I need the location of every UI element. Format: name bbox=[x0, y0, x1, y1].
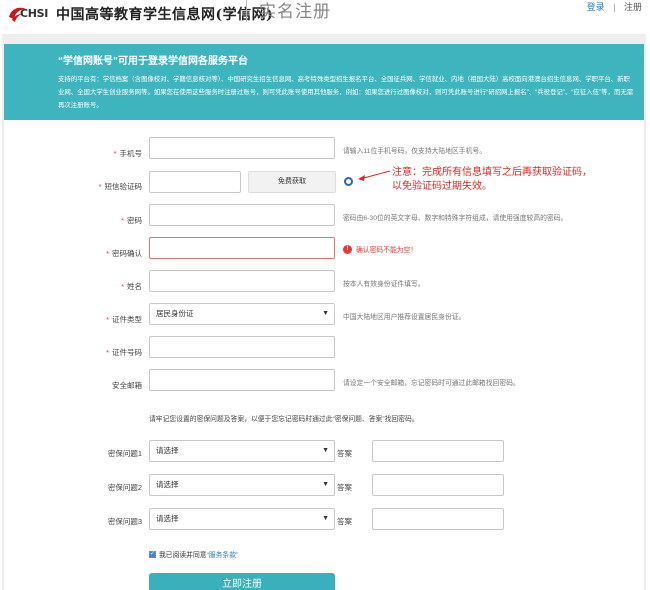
security-question-note: 请牢记您设置的密保问题及答案，以便于您忘记密码时通过此“密保问题、答案”找回密码… bbox=[149, 416, 419, 423]
top-links: 登录 | 注册 bbox=[587, 0, 642, 13]
password-confirm-error: ! 确认密码不能为空！ bbox=[343, 244, 417, 254]
name-hint: 按本人有效身份证件填写。 bbox=[343, 281, 425, 288]
question-2-label: 密保问题2 bbox=[107, 483, 142, 492]
register-link[interactable]: 注册 bbox=[624, 2, 642, 12]
agree-checkbox[interactable] bbox=[149, 550, 156, 558]
agree-text: 我已阅读并同意 bbox=[159, 552, 207, 559]
name-label: * 姓名 bbox=[121, 282, 142, 291]
banner-title: “学信网账号”可用于登录学信网各服务平台 bbox=[58, 56, 248, 67]
site-name: 中国高等教育学生信息网(学信网) bbox=[56, 7, 274, 23]
question-1-value: 请选择 bbox=[156, 446, 179, 455]
phone-hint: 请输入11位手机号码，仅支持大陆地区手机号。 bbox=[343, 148, 486, 155]
name-input[interactable] bbox=[149, 270, 335, 292]
id-type-value: 居民身份证 bbox=[156, 309, 194, 318]
password-confirm-input[interactable] bbox=[149, 237, 335, 259]
get-code-button[interactable]: 免费获取 bbox=[248, 171, 336, 193]
login-link[interactable]: 登录 bbox=[587, 2, 605, 12]
password-confirm-label: * 密码确认 bbox=[106, 249, 142, 258]
password-hint: 密码由6-30位的英文字母、数字和特殊字符组成，请使用强度较高的密码。 bbox=[343, 215, 568, 222]
terms-link[interactable]: “服务条款” bbox=[207, 549, 239, 559]
note-line-2: 以免验证码过期失效。 bbox=[392, 181, 492, 192]
question-3-value: 请选择 bbox=[156, 514, 179, 523]
link-separator: | bbox=[613, 2, 616, 12]
question-2-value: 请选择 bbox=[156, 480, 179, 489]
email-input[interactable] bbox=[149, 369, 335, 391]
error-icon: ! bbox=[343, 244, 352, 254]
info-banner: “学信网账号”可用于登录学信网各服务平台 支持的平台有：学信档案（含图像校对、学… bbox=[4, 44, 644, 120]
id-type-label: * 证件类型 bbox=[106, 315, 142, 324]
answer-3-label: 答案 bbox=[337, 517, 352, 526]
checkmark-icon bbox=[344, 177, 353, 186]
password-label: * 密码 bbox=[121, 216, 142, 225]
answer-2-label: 答案 bbox=[337, 483, 352, 492]
answer-1-input[interactable] bbox=[372, 440, 504, 462]
agree-terms[interactable]: 我已阅读并同意 “服务条款” bbox=[149, 549, 238, 559]
answer-3-input[interactable] bbox=[372, 508, 504, 530]
password-input[interactable] bbox=[149, 204, 335, 226]
email-label: 安全邮箱 bbox=[112, 381, 142, 390]
note-line-1: 注意：完成所有信息填写之后再获取验证码， bbox=[392, 167, 592, 178]
banner-text: 支持的平台有：学信档案（含图像校对、学籍信息核对等）、中国研究生招生信息网、高考… bbox=[58, 76, 634, 109]
content-container: “学信网账号”可用于登录学信网各服务平台 支持的平台有：学信档案（含图像校对、学… bbox=[2, 34, 646, 590]
page: CHSI 中国高等教育学生信息网(学信网) 实名注册 登录 | 注册 “学信网账… bbox=[0, 0, 650, 590]
email-hint: 请设定一个安全邮箱，忘记密码时可通过此邮箱找回密码。 bbox=[343, 380, 520, 387]
header: CHSI 中国高等教育学生信息网(学信网) 实名注册 登录 | 注册 bbox=[0, 0, 650, 34]
header-divider bbox=[246, 0, 247, 22]
answer-2-input[interactable] bbox=[372, 474, 504, 496]
phone-input[interactable] bbox=[149, 137, 335, 159]
id-number-label: * 证件号码 bbox=[106, 348, 142, 357]
question-1-label: 密保问题1 bbox=[107, 449, 142, 458]
sms-code-input[interactable] bbox=[149, 171, 241, 193]
arrow-left-icon bbox=[358, 170, 391, 181]
id-number-input[interactable] bbox=[149, 336, 335, 358]
question-3-label: 密保问题3 bbox=[107, 517, 142, 526]
logo-text: CHSI bbox=[20, 7, 49, 20]
id-type-hint: 中国大陆地区用户推荐设置居民身份证。 bbox=[343, 314, 466, 321]
register-card: “学信网账号”可用于登录学信网各服务平台 支持的平台有：学信档案（含图像校对、学… bbox=[4, 44, 644, 590]
id-type-select[interactable]: 居民身份证 ▼ bbox=[149, 303, 335, 325]
page-title: 实名注册 bbox=[259, 2, 331, 21]
caret-down-icon: ▼ bbox=[322, 310, 329, 317]
register-button[interactable]: 立即注册 bbox=[149, 573, 335, 590]
sms-code-label: * 短信验证码 bbox=[98, 182, 142, 191]
answer-1-label: 答案 bbox=[337, 449, 352, 458]
phone-label: * 手机号 bbox=[113, 149, 142, 158]
